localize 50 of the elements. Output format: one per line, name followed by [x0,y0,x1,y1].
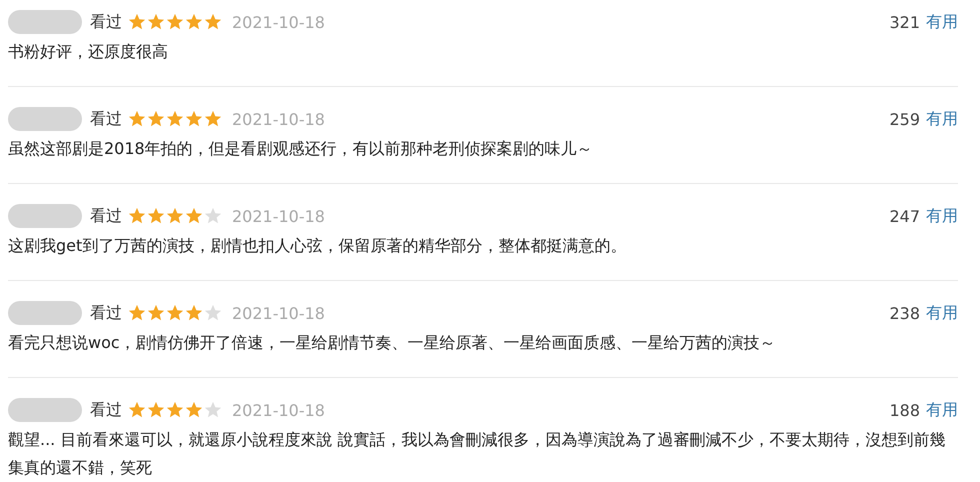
review-date: 2021-10-18 [232,206,325,226]
review-date: 2021-10-18 [232,110,325,128]
review-text: 这剧我get到了万茜的演技，剧情也扣人心弦，保留原著的精华部分，整体都挺满意的。 [8,235,628,257]
star-icon [204,207,222,225]
star-icon [185,207,203,225]
star-icon [128,110,146,128]
star-icon [128,13,146,31]
star-icon [147,401,165,419]
useful-link[interactable]: 有用 [926,400,958,420]
star-icon [185,13,203,31]
star-icon [185,401,203,419]
useful-link[interactable]: 有用 [926,302,958,324]
star-icon [204,401,222,419]
star-icon [166,207,184,225]
star-icon [128,207,146,225]
vote-count: 247 [889,206,920,226]
star-icon [128,401,146,419]
review-date: 2021-10-18 [232,400,325,420]
star-icon [147,304,165,322]
star-icon [166,401,184,419]
star-icon [204,13,222,31]
useful-link[interactable]: 有用 [926,206,958,226]
star-icon [185,304,203,322]
star-icon [204,110,222,128]
watch-status: 看过 [90,108,122,130]
review-text: 看完只想说woc，剧情仿佛开了倍速，一星给剧情节奏、一星给原著、一星给画面质感、一星给万茜的演技～ [8,332,777,354]
useful-link[interactable]: 有用 [926,12,958,32]
star-icon [166,304,184,322]
watch-status: 看过 [90,12,122,32]
star-icon [147,207,165,225]
star-icon [166,13,184,31]
star-icon [147,13,165,31]
useful-link[interactable]: 有用 [926,108,958,130]
vote-count: 188 [889,400,920,420]
star-icon [128,304,146,322]
review-date: 2021-10-18 [232,304,325,322]
watch-status: 看过 [90,302,122,324]
vote-count: 238 [889,304,920,322]
review-date: 2021-10-18 [232,12,325,32]
review-text: 书粉好评，还原度很高 [8,41,169,63]
review-text: 虽然这部剧是2018年拍的，但是看剧观感还行，有以前那种老刑侦探案剧的味儿～ [8,138,594,160]
star-icon [166,110,184,128]
star-icon [147,110,165,128]
vote-count: 259 [889,110,920,128]
star-icon [185,110,203,128]
review-text: 觀望... 目前看來還可以，就還原小說程度來說 說實話，我以為會刪減很多，因為導演說為了過審刪減不少，不要太期待，沒想到前幾集真的還不錯，笑死 [8,429,946,479]
watch-status: 看过 [90,206,122,226]
watch-status: 看过 [90,400,122,420]
vote-count: 321 [889,12,920,32]
star-icon [204,304,222,322]
